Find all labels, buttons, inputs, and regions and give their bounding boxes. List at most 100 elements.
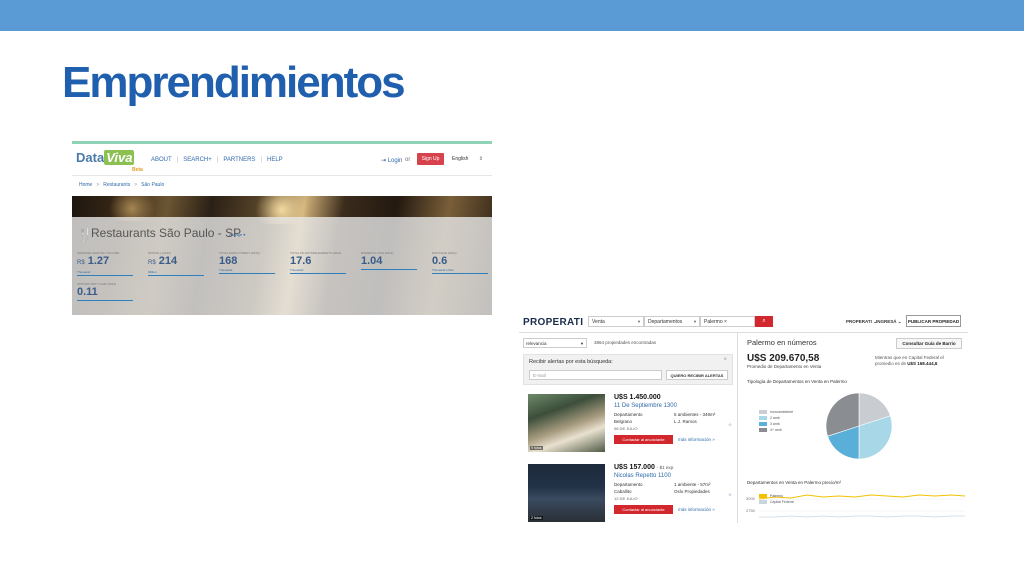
- typology-chart-title: Tipología de Departamentos en Venta en P…: [747, 379, 847, 384]
- login-link[interactable]: ⇥ Login: [381, 157, 402, 164]
- menu-about[interactable]: ABOUT: [151, 157, 172, 163]
- listing-agency: Oslo Propiedades: [674, 489, 710, 494]
- listing-neighborhood: Belgrano: [614, 419, 633, 424]
- login-link[interactable]: INGRESÁ ⌄: [876, 319, 902, 325]
- legend-label: Palermo: [770, 494, 784, 498]
- more-info-link[interactable]: más información »: [678, 507, 715, 512]
- stat-unit: [361, 268, 417, 270]
- alert-email-input[interactable]: E-mail: [529, 370, 662, 380]
- listing-address[interactable]: Nicolas Repetto 1100: [614, 473, 671, 479]
- stat-opportunity-gain: OPPORTUNITY GAIN (2014) 0.11: [77, 282, 133, 301]
- listing-card: 2 fotos U$S 157.000 - $1 exp. Nicolas Re…: [528, 464, 733, 523]
- comparison-text: Mientras que en Capital Federal el prome…: [875, 355, 963, 367]
- properati-header: PROPERATI Venta ▼ Departamentos ▼ Palermo …: [519, 311, 968, 333]
- properati-link[interactable]: PROPERATI ⌄: [846, 319, 877, 325]
- listing-rooms: 1 ambiente - 57m²: [674, 482, 711, 487]
- listing-agency: L.J. Ramos: [674, 419, 697, 424]
- stat-payroll: PAYROLL (2014) R$ 214 Million: [148, 251, 204, 276]
- stat-value: R$ 1.27: [77, 255, 133, 270]
- login-link-label: INGRESÁ: [876, 319, 897, 324]
- stat-currency: R$: [148, 260, 156, 266]
- login-icon: ⇥: [381, 158, 387, 164]
- chevron-down-icon: ▼: [580, 341, 584, 346]
- legend-label: 4+ amb: [770, 428, 782, 432]
- photo-count: 2 fotos: [530, 516, 543, 520]
- stat-unit: Thousand: [290, 268, 346, 274]
- stat-average-monthly-income: AVERAGE MONTHLY INCOME R$ 1.27 Thousand: [77, 251, 133, 276]
- select-arrows-icon: ⇕: [478, 156, 483, 162]
- comparison-value: U$S 168.444,6: [907, 361, 938, 366]
- property-type-value: Departamentos: [648, 319, 683, 325]
- average-price-caption: Promedio de Departamento en Venta: [747, 364, 822, 369]
- place-title: Restaurants São Paulo - SP: [91, 226, 242, 240]
- listing-rooms: 5 ambientes - 349m²: [674, 412, 716, 417]
- properati-logo[interactable]: PROPERATI: [523, 317, 583, 328]
- signup-button[interactable]: Sign Up: [417, 153, 444, 165]
- listing-date: 12 DE JULIO: [614, 496, 638, 501]
- search-button[interactable]: ⌕: [755, 316, 773, 327]
- stat-total-employment: TOTAL EMPLOYMENT (2014) 168 Thousand: [219, 251, 275, 274]
- neighborhood-stats-title: Palermo en números: [747, 338, 817, 347]
- location-input[interactable]: Palermo ×: [700, 316, 755, 327]
- stat-distance: DISTANCE (2014) 0.6 Thousand of the: [432, 251, 488, 274]
- operation-value: Venta: [592, 319, 605, 325]
- breadcrumb: Home > Restaurants > São Paulo: [79, 182, 164, 188]
- listing-address[interactable]: 11 De Septiembre 1300: [614, 403, 677, 409]
- legend-label: monoambiente: [770, 410, 794, 414]
- dataviva-logo[interactable]: Data Viva Beta: [76, 150, 143, 173]
- listing-card: 9 fotos U$S 1.450.000 11 De Septiembre 1…: [528, 394, 733, 454]
- listing-price-value: U$S 1.450.000: [614, 394, 661, 401]
- login-label: Login: [387, 158, 403, 164]
- menu-separator: |: [176, 157, 179, 163]
- properati-screenshot: PROPERATI Venta ▼ Departamentos ▼ Palermo …: [519, 311, 968, 523]
- sort-select[interactable]: relevancia ▼: [523, 338, 587, 348]
- language-select[interactable]: English ⇕: [449, 153, 486, 165]
- properati-link-label: PROPERATI: [846, 319, 872, 324]
- listing-type: Departamento: [614, 412, 643, 417]
- column-divider: [737, 333, 738, 523]
- change-link[interactable]: change ▾: [229, 232, 245, 237]
- restaurant-hero-photo: 🍴 Restaurants São Paulo - SP change ▾ AV…: [72, 196, 492, 315]
- legend-label: Capital Federal: [770, 500, 794, 504]
- alert-title: Recibir alertas por esta búsqueda:: [529, 359, 613, 365]
- receive-alerts-button[interactable]: QUIERO RECIBIR ALERTAS: [666, 370, 728, 380]
- operation-select[interactable]: Venta ▼: [588, 316, 644, 327]
- close-icon[interactable]: ×: [723, 357, 727, 363]
- legend-swatch: [759, 500, 767, 504]
- chevron-down-icon: ▼: [637, 319, 641, 324]
- slide-title: Emprendimientos: [62, 58, 406, 107]
- breadcrumb-sao-paulo[interactable]: São Paulo: [141, 182, 164, 188]
- chevron-down-icon: ⌄: [897, 319, 902, 324]
- listing-type: Departamento: [614, 482, 643, 487]
- legend-swatch: [759, 428, 767, 432]
- stat-unit: Thousand: [77, 270, 133, 276]
- contact-button[interactable]: Contactar al anunciante: [614, 505, 673, 514]
- breadcrumb-restaurants[interactable]: Restaurants: [103, 182, 130, 188]
- legend-item: 4+ amb: [759, 427, 793, 433]
- menu-partners[interactable]: PARTNERS: [223, 157, 255, 163]
- menu-search[interactable]: SEARCH+: [183, 157, 212, 163]
- menu-help[interactable]: HELP: [267, 157, 283, 163]
- property-type-select[interactable]: Departamentos ▼: [644, 316, 700, 327]
- series-line-capital: [759, 515, 965, 518]
- legend-swatch: [759, 494, 767, 498]
- stat-value: 0.11: [77, 286, 98, 298]
- favorite-icon[interactable]: ☆: [728, 492, 732, 498]
- favorite-icon[interactable]: ☆: [728, 422, 732, 428]
- more-info-link[interactable]: más información »: [678, 437, 715, 442]
- average-price: U$S 209.670,58: [747, 353, 820, 364]
- logo-viva-text: Viva: [104, 150, 135, 165]
- listing-photo[interactable]: 2 fotos: [528, 464, 605, 522]
- remove-tag-icon[interactable]: ×: [724, 319, 727, 325]
- legend-swatch: [759, 410, 767, 414]
- listing-photo[interactable]: 9 fotos: [528, 394, 605, 452]
- contact-button[interactable]: Contactar al anunciante: [614, 435, 673, 444]
- publish-property-button[interactable]: PUBLICAR PROPIEDAD: [906, 315, 961, 327]
- listing-price: U$S 1.450.000: [614, 394, 661, 401]
- breadcrumb-home[interactable]: Home: [79, 182, 92, 188]
- neighborhood-guide-button[interactable]: Consultar Guía de Barrio: [896, 338, 962, 349]
- listing-expensas: - $1 exp.: [656, 465, 675, 470]
- stat-currency: R$: [77, 260, 85, 266]
- pie-legend: monoambiente 2 amb 3 amb 4+ amb: [759, 409, 793, 433]
- listing-date: 08 DE JULIO: [614, 426, 638, 431]
